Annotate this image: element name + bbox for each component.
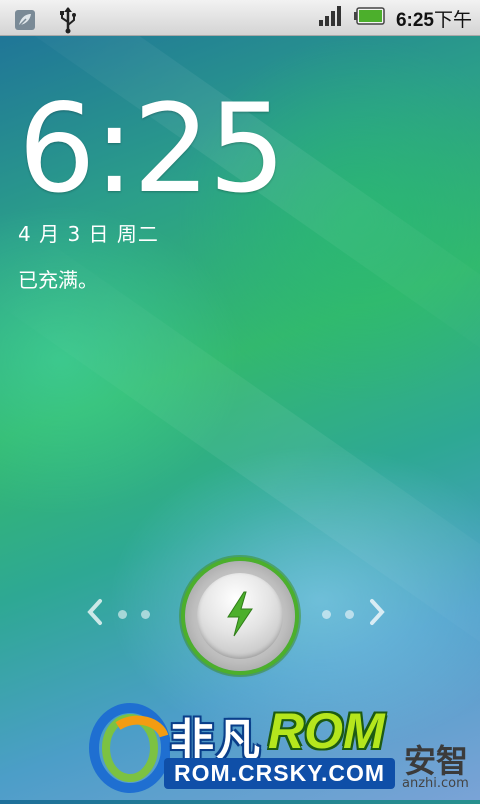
hint-dot xyxy=(322,609,331,619)
unlock-handle-inner[interactable] xyxy=(197,573,283,659)
battery-full-icon xyxy=(353,6,386,30)
watermark: 非凡 ROM ROM.CRSKY.COM 安智 anzhi.com xyxy=(88,696,480,800)
brand-rom: ROM xyxy=(268,703,385,759)
status-ampm: 下午 xyxy=(433,9,472,31)
chevron-left-icon xyxy=(86,598,104,630)
unlock-hint-right xyxy=(322,598,386,630)
unlock-hint-left xyxy=(86,598,150,630)
crsky-logo-icon xyxy=(88,696,171,804)
charging-status: 已充满。 xyxy=(18,268,98,292)
brand-url: ROM.CRSKY.COM xyxy=(164,758,396,789)
status-bar: 6:25下午 xyxy=(0,0,480,36)
lightning-bolt-icon xyxy=(222,590,258,642)
leaf-notification-icon xyxy=(14,9,36,35)
hint-dot xyxy=(141,609,150,619)
unlock-handle[interactable] xyxy=(185,561,295,671)
chevron-right-icon xyxy=(368,598,386,630)
lockscreen-date: 4 月 3 日 周二 xyxy=(18,222,159,246)
hint-dot xyxy=(345,609,354,619)
usb-icon xyxy=(58,6,78,38)
signal-icon xyxy=(318,5,344,31)
status-time: 6:25下午 xyxy=(396,5,472,32)
lockscreen-clock: 6:25 xyxy=(18,78,286,220)
hint-dot xyxy=(118,609,127,619)
status-time-value: 6:25 xyxy=(395,9,434,31)
anzhi-en: anzhi.com xyxy=(402,776,469,791)
